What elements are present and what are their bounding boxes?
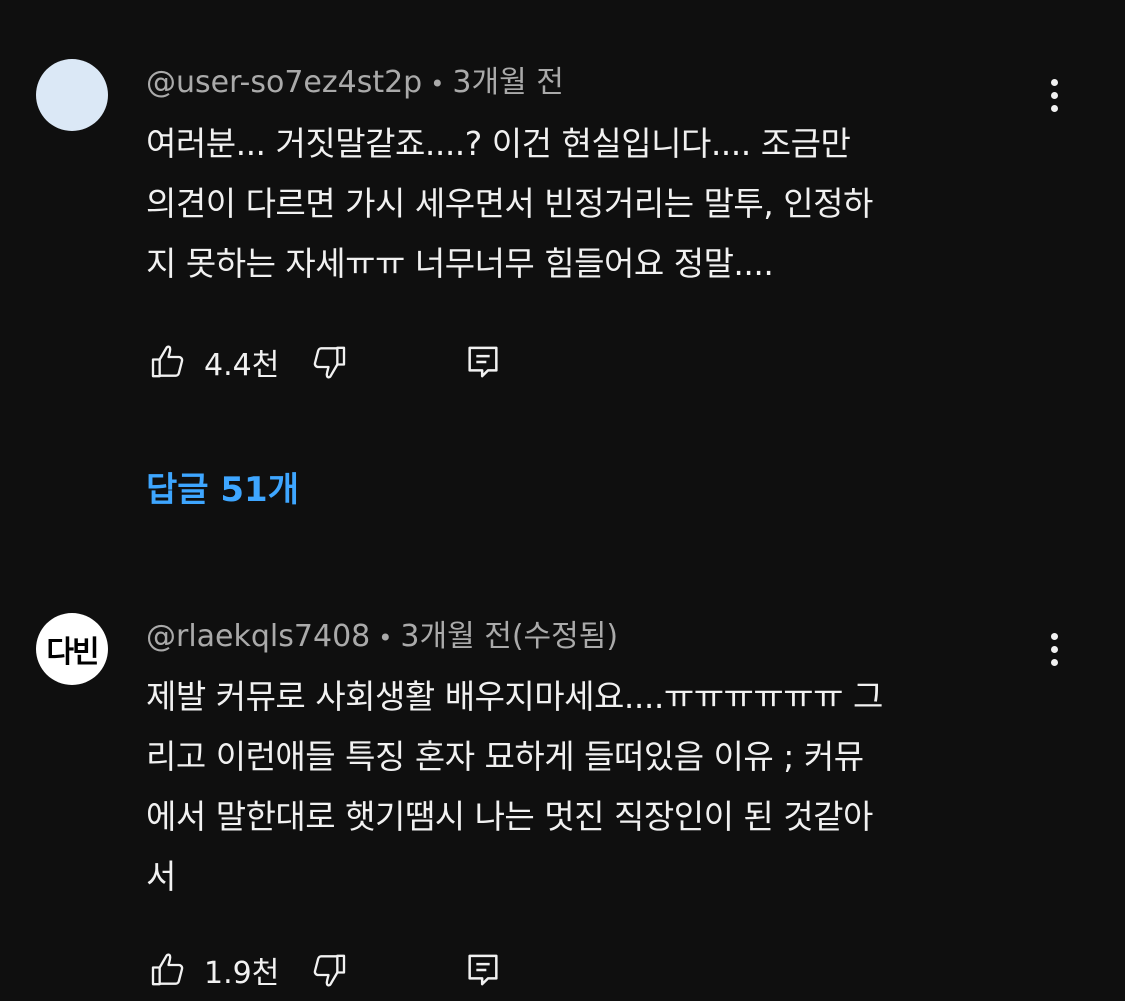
view-replies-link[interactable]: 답글 51개 <box>146 466 299 514</box>
comment-text: 여러분... 거짓말같죠....? 이건 현실입니다.... 조금만 의견이 다… <box>146 124 873 283</box>
dislike-button[interactable] <box>307 948 351 992</box>
author-name[interactable]: @user-so7ez4st2p <box>146 65 422 100</box>
thumb-down-icon <box>314 346 346 379</box>
avatar[interactable]: 다빈 <box>36 613 108 685</box>
reply-button[interactable] <box>461 948 505 992</box>
timestamp[interactable]: 3개월 전 <box>452 65 563 100</box>
comment-meta: @rlaekqls7408 • 3개월 전(수정됨) <box>146 617 618 658</box>
comment-actions: 4.4천 <box>146 340 505 384</box>
more-vert-icon <box>1050 78 1058 86</box>
dislike-button[interactable] <box>307 340 351 384</box>
more-options-button[interactable] <box>1036 627 1072 671</box>
thumb-down-icon <box>314 954 346 987</box>
thumb-up-icon <box>151 345 184 378</box>
avatar-text: 다빈 <box>46 635 99 670</box>
reply-button[interactable] <box>461 340 505 384</box>
comment-meta: @user-so7ez4st2p • 3개월 전 <box>146 63 564 104</box>
separator-dot: • <box>430 70 445 98</box>
like-button[interactable] <box>146 948 190 992</box>
comment-actions: 1.9천 <box>146 948 505 992</box>
separator-dot: • <box>378 624 393 652</box>
timestamp[interactable]: 3개월 전(수정됨) <box>400 619 618 654</box>
like-count: 4.4천 <box>204 348 280 383</box>
more-vert-icon <box>1050 632 1058 640</box>
thumb-up-icon <box>151 953 184 986</box>
comment-text: 제발 커뮤로 사회생활 배우지마세요....ㅠㅠㅠㅠㅠㅠ 그 리고 이런애들 특… <box>146 677 883 896</box>
like-button[interactable] <box>146 340 190 384</box>
author-name[interactable]: @rlaekqls7408 <box>146 619 370 654</box>
avatar[interactable] <box>36 59 108 131</box>
more-options-button[interactable] <box>1036 73 1072 117</box>
like-count: 1.9천 <box>204 956 280 991</box>
reply-icon <box>468 954 498 986</box>
reply-icon <box>468 346 498 378</box>
